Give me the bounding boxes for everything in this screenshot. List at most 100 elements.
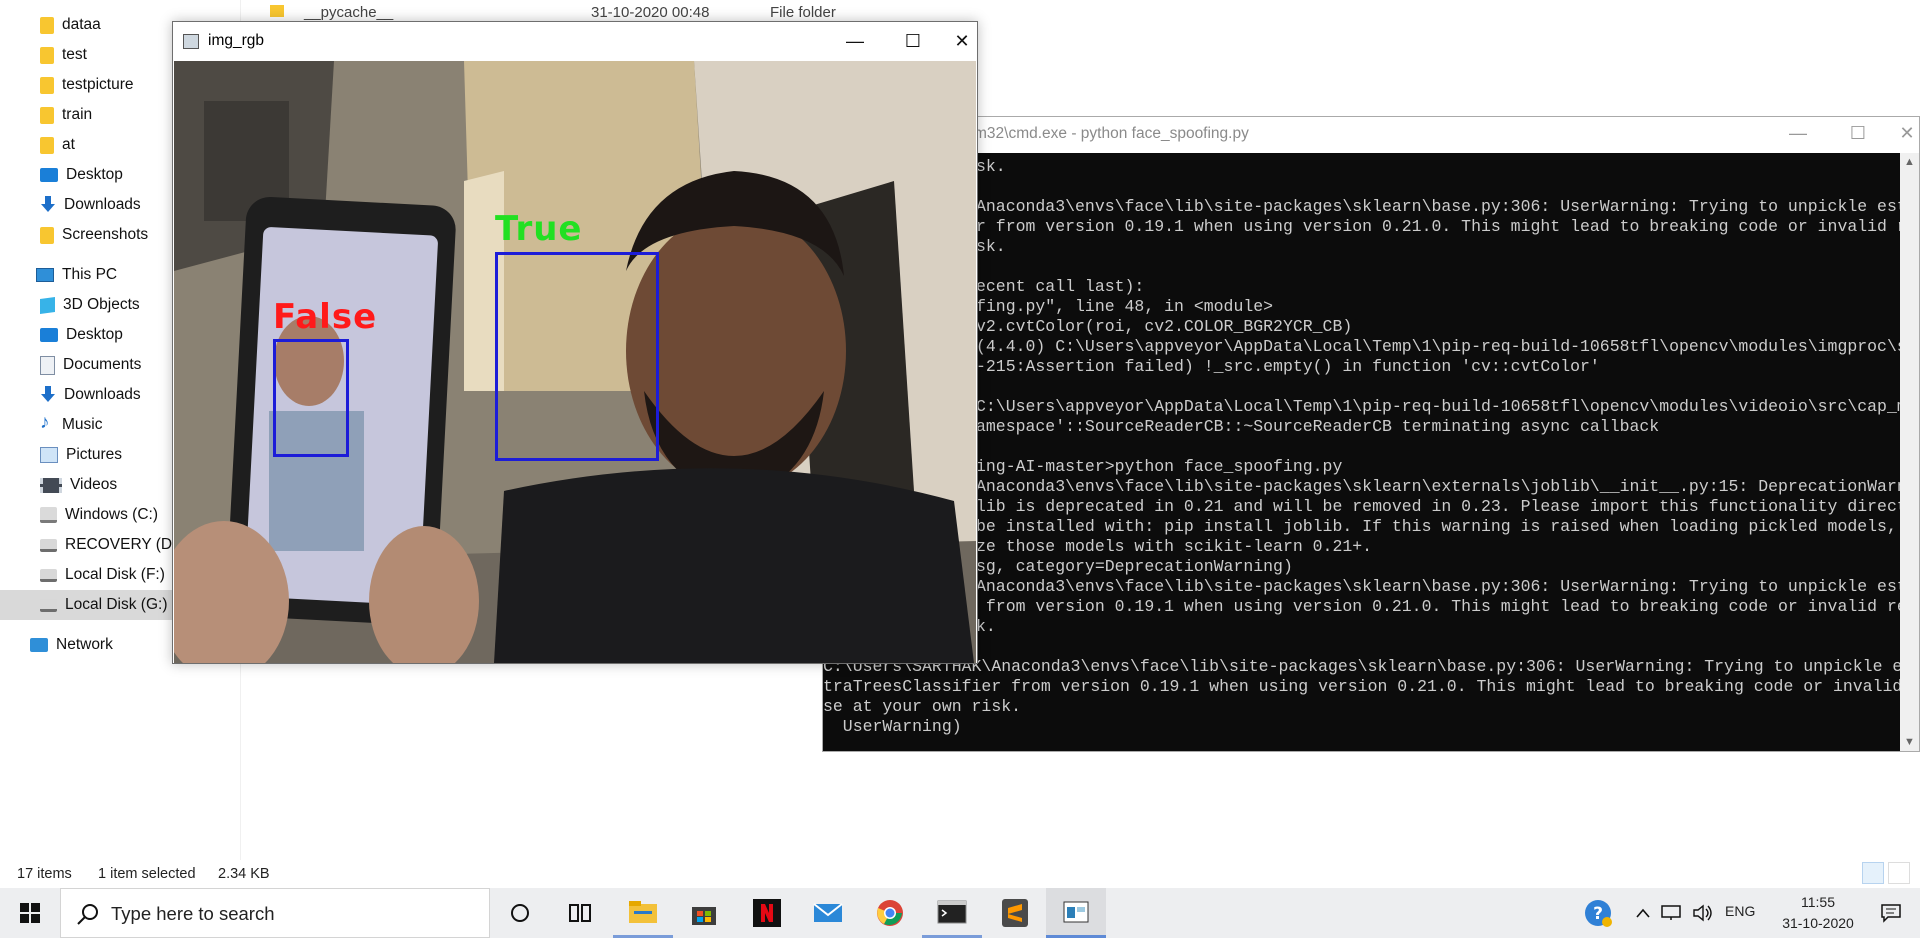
app-window-icon bbox=[183, 34, 199, 49]
console-output[interactable]: sk. Anaconda3\envs\face\lib\site-packages… bbox=[823, 153, 1900, 751]
netflix-taskbar-button[interactable] bbox=[737, 888, 797, 938]
console-line: ecent call last): bbox=[976, 277, 1145, 296]
nav-item-label: Desktop bbox=[66, 166, 123, 183]
help-tray-button[interactable]: ? bbox=[1578, 888, 1618, 938]
large-icons-view-button[interactable] bbox=[1888, 862, 1910, 884]
music-icon bbox=[40, 412, 54, 434]
console-line: UserWarning) bbox=[823, 717, 962, 736]
cortana-button[interactable] bbox=[490, 888, 550, 938]
netflix-icon bbox=[753, 899, 781, 927]
nav-item-label: Desktop bbox=[66, 326, 123, 343]
clock-date[interactable]: 31-10-2020 bbox=[1771, 915, 1865, 931]
terminal-taskbar-button[interactable] bbox=[922, 888, 982, 938]
svg-text:?: ? bbox=[1593, 904, 1603, 924]
nav-item-label: testpicture bbox=[62, 76, 134, 93]
img-rgb-titlebar[interactable]: img_rgb — ☐ ✕ bbox=[173, 22, 977, 60]
console-titlebar[interactable]: m32\cmd.exe - python face_spoofing.py — … bbox=[823, 117, 1919, 153]
face-box-true bbox=[495, 252, 659, 461]
camera-frame: False True bbox=[174, 61, 976, 663]
console-line: ze those models with scikit-learn 0.21+. bbox=[976, 537, 1373, 556]
nav-item-label: Pictures bbox=[66, 446, 122, 463]
start-button[interactable] bbox=[0, 888, 60, 938]
taskbar-search-box[interactable]: Type here to search bbox=[60, 888, 490, 938]
nav-item-label: RECOVERY (D:) bbox=[65, 536, 182, 553]
mail-taskbar-button[interactable] bbox=[798, 888, 858, 938]
console-line: sk. bbox=[976, 157, 1006, 176]
file-explorer-taskbar-button[interactable] bbox=[613, 888, 673, 938]
console-line: lib is deprecated in 0.21 and will be re… bbox=[976, 497, 1900, 516]
maximize-button[interactable]: ☐ bbox=[1834, 117, 1882, 149]
store-taskbar-button[interactable] bbox=[674, 888, 734, 938]
console-line: k. bbox=[976, 617, 996, 636]
task-view-button[interactable] bbox=[550, 888, 610, 938]
nav-item-label: Music bbox=[62, 416, 103, 433]
this-pc-icon bbox=[36, 268, 54, 282]
volume-tray-button[interactable] bbox=[1686, 888, 1720, 938]
console-line: traTreesClassifier from version 0.19.1 w… bbox=[823, 677, 1900, 696]
console-line: amespace'::SourceReaderCB::~SourceReader… bbox=[976, 417, 1660, 436]
terminal-icon bbox=[937, 900, 967, 923]
console-line: from version 0.19.1 when using version 0… bbox=[976, 597, 1900, 616]
console-line: sk. bbox=[976, 237, 1006, 256]
file-explorer-icon bbox=[629, 900, 657, 923]
nav-item-label: Downloads bbox=[64, 386, 141, 403]
file-type: File folder bbox=[770, 4, 836, 21]
console-line: Anaconda3\envs\face\lib\site-packages\sk… bbox=[976, 197, 1900, 216]
network-tray-button[interactable] bbox=[1656, 888, 1686, 938]
action-center-button[interactable] bbox=[1868, 888, 1914, 938]
chevron-up-icon bbox=[1636, 908, 1650, 918]
nav-item-label: test bbox=[62, 46, 87, 63]
nav-item-label: Documents bbox=[63, 356, 142, 373]
sublime-text-icon bbox=[1002, 899, 1028, 927]
folder-icon bbox=[270, 5, 284, 17]
detection-label-false: False bbox=[273, 297, 378, 337]
folder-icon bbox=[40, 46, 54, 64]
console-window[interactable]: m32\cmd.exe - python face_spoofing.py — … bbox=[822, 116, 1920, 752]
close-button[interactable]: ✕ bbox=[1894, 117, 1920, 149]
folder-icon bbox=[40, 136, 54, 154]
file-name: __pycache__ bbox=[304, 4, 394, 21]
maximize-icon: ☐ bbox=[1849, 122, 1867, 143]
cortana-icon bbox=[511, 904, 529, 922]
nav-item-label: at bbox=[62, 136, 75, 153]
nav-item-label: Network bbox=[56, 636, 113, 653]
nav-item-label: Videos bbox=[70, 476, 118, 493]
console-line: be installed with: pip install joblib. I… bbox=[976, 517, 1900, 536]
taskbar: Type here to search ? ENG 11:55 31-10-20… bbox=[0, 888, 1920, 938]
videos-icon bbox=[40, 477, 62, 493]
clock-time[interactable]: 11:55 bbox=[1783, 894, 1853, 910]
nav-item-label: 3D Objects bbox=[63, 296, 140, 313]
chrome-taskbar-button[interactable] bbox=[860, 888, 920, 938]
store-icon bbox=[692, 907, 716, 925]
minimize-icon: — bbox=[1789, 122, 1807, 143]
img-rgb-window[interactable]: img_rgb — ☐ ✕ False True bbox=[172, 21, 978, 664]
windows-logo-icon bbox=[20, 903, 40, 923]
detection-label-true: True bbox=[495, 209, 583, 249]
console-scrollbar[interactable]: ▲ ▼ bbox=[1900, 153, 1919, 751]
console-title: m32\cmd.exe - python face_spoofing.py bbox=[974, 125, 1249, 142]
details-view-button[interactable] bbox=[1862, 862, 1884, 884]
folder-icon bbox=[40, 76, 54, 94]
help-icon: ? bbox=[1585, 900, 1612, 927]
desktop-icon bbox=[40, 328, 58, 342]
scroll-up-icon[interactable]: ▲ bbox=[1900, 153, 1919, 171]
close-button[interactable]: ✕ bbox=[947, 25, 977, 57]
console-line: C:\Users\appveyor\AppData\Local\Temp\1\p… bbox=[976, 397, 1900, 416]
show-hidden-icons-button[interactable] bbox=[1626, 888, 1660, 938]
img-viewer-taskbar-button[interactable] bbox=[1046, 888, 1106, 938]
minimize-button[interactable]: — bbox=[1774, 117, 1822, 149]
minimize-button[interactable]: — bbox=[831, 25, 879, 57]
maximize-icon: ☐ bbox=[904, 30, 922, 51]
nav-item-label: dataa bbox=[62, 16, 101, 33]
folder-icon bbox=[40, 226, 54, 244]
sublime-taskbar-button[interactable] bbox=[985, 888, 1045, 938]
close-icon: ✕ bbox=[1899, 122, 1915, 143]
nav-item-label: Screenshots bbox=[62, 226, 149, 243]
input-language[interactable]: ENG bbox=[1725, 903, 1755, 919]
scroll-down-icon[interactable]: ▼ bbox=[1900, 733, 1919, 751]
pictures-icon bbox=[40, 447, 58, 463]
desktop-icon bbox=[40, 168, 58, 182]
maximize-button[interactable]: ☐ bbox=[889, 25, 937, 57]
